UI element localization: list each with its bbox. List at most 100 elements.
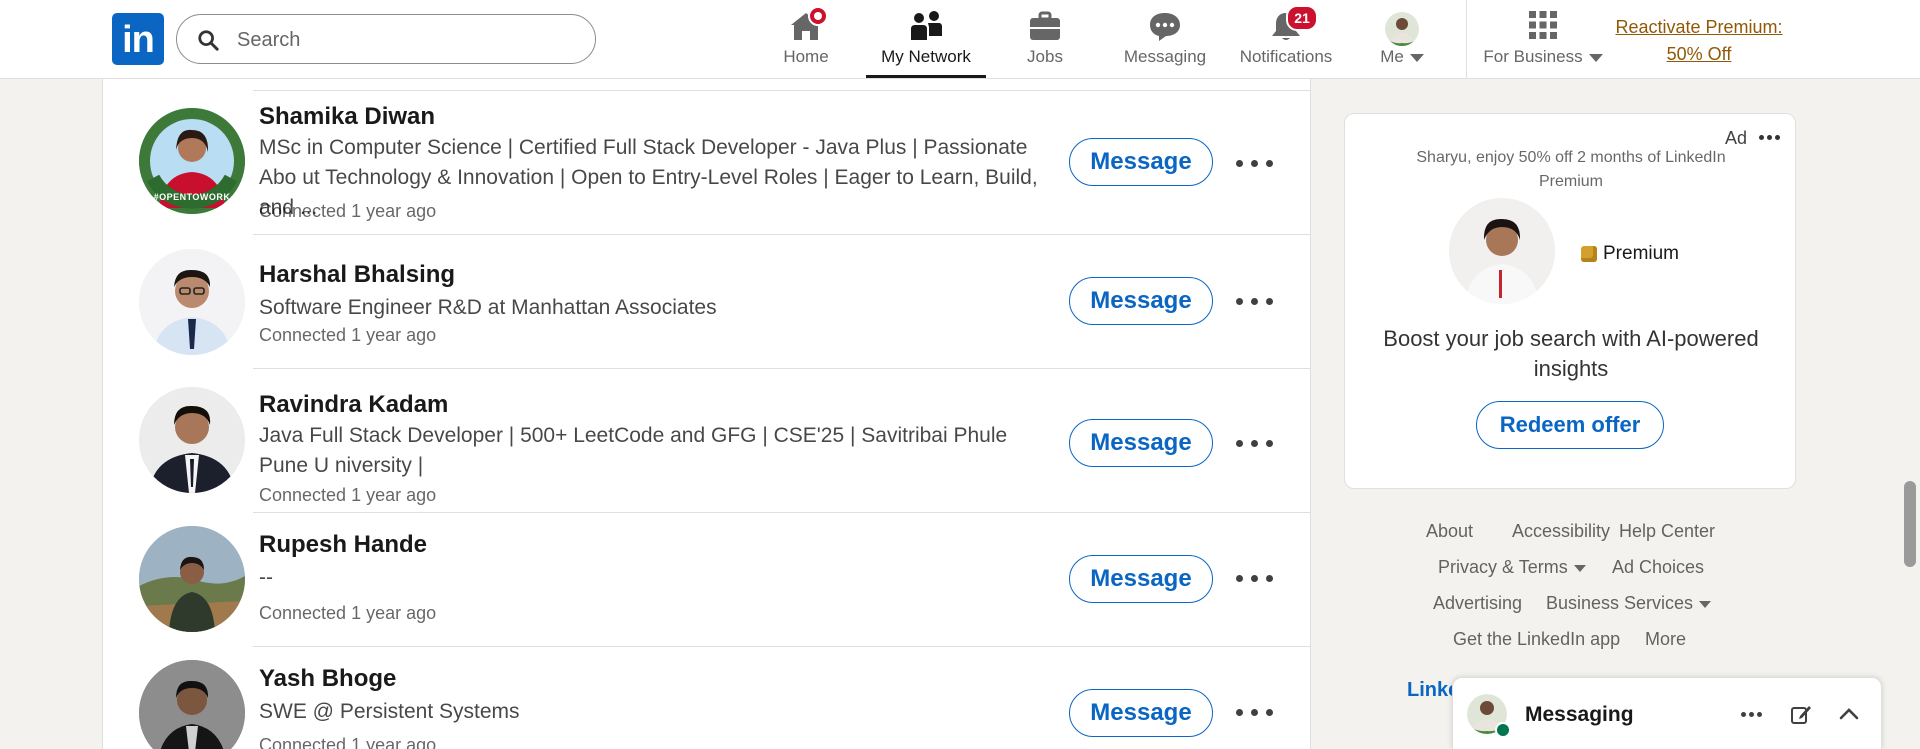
footer-privacy-terms-link[interactable]: Privacy & Terms (1438, 557, 1586, 578)
chat-icon (1150, 13, 1180, 41)
ad-profile-photo (1449, 198, 1555, 304)
nav-for-business-label-wrap: For Business (1480, 47, 1606, 67)
nav-messaging-label: Messaging (1123, 47, 1207, 66)
people-icon (911, 11, 942, 40)
privacy-caret-down-icon (1573, 564, 1586, 572)
ad-offer-text: Sharyu, enjoy 50% off 2 months of Linked… (1416, 149, 1726, 190)
connections-list: #OPENTOWORK Shamika Diwan MSc in Compute… (102, 78, 1311, 749)
messaging-title: Messaging (1525, 703, 1634, 726)
connection-date: Connected 1 year ago (259, 485, 437, 505)
list-item: Rupesh Hande -- Connected 1 year ago Mes… (103, 513, 1310, 647)
list-item: Yash Bhoge SWE @ Persistent Systems Conn… (103, 647, 1310, 749)
connection-avatar[interactable] (139, 387, 245, 493)
connection-date: Connected 1 year ago (259, 325, 437, 345)
more-options-icon[interactable] (1230, 143, 1280, 183)
connection-avatar[interactable] (139, 660, 245, 749)
nav-jobs[interactable]: Jobs (1010, 0, 1080, 78)
connection-name[interactable]: Shamika Diwan (259, 103, 435, 131)
nav-home-label: Home (783, 47, 829, 66)
connection-avatar[interactable] (139, 526, 245, 632)
scrollbar-thumb[interactable] (1904, 481, 1916, 567)
premium-link-line2: 50% Off (1666, 44, 1732, 64)
connection-name[interactable]: Yash Bhoge (259, 665, 396, 693)
more-options-icon[interactable] (1230, 558, 1280, 598)
more-options-icon[interactable] (1230, 423, 1280, 463)
connection-date: Connected 1 year ago (259, 603, 437, 623)
nav-for-business-label: For Business (1483, 47, 1583, 66)
avatar (1385, 12, 1419, 46)
nav-my-network-label: My Network (881, 47, 971, 66)
page-scrollbar[interactable] (1900, 78, 1920, 749)
briefcase-icon (1030, 11, 1060, 40)
footer-ad-choices-link[interactable]: Ad Choices (1612, 557, 1704, 578)
avatar-photo (139, 249, 245, 355)
nav-notifications[interactable]: 21 Notifications (1232, 0, 1340, 78)
notifications-count-badge: 21 (1286, 5, 1318, 31)
footer-get-app-link[interactable]: Get the LinkedIn app (1453, 629, 1620, 650)
premium-link-line1: Reactivate Premium: (1615, 17, 1783, 37)
open-to-work-ring-text: #OPENTOWORK (153, 192, 231, 202)
connection-name[interactable]: Rupesh Hande (259, 531, 427, 559)
premium-ad-card: Ad Sharyu, enjoy 50% off 2 months of Lin… (1344, 113, 1796, 489)
more-options-icon[interactable] (1230, 281, 1280, 321)
grid-icon (1529, 11, 1557, 39)
connection-headline: Java Full Stack Developer | 500+ LeetCod… (259, 424, 1008, 477)
messaging-more-options-icon[interactable] (1739, 704, 1767, 724)
footer-privacy-terms-label: Privacy & Terms (1438, 557, 1568, 577)
nav-for-business[interactable]: For Business (1480, 0, 1606, 78)
nav-my-network[interactable]: My Network (866, 0, 986, 78)
ad-headline: Boost your job search with AI-powered in… (1383, 326, 1759, 381)
me-caret-down-icon (1409, 53, 1424, 62)
footer-business-services-label: Business Services (1546, 593, 1694, 613)
business-caret-down-icon (1588, 53, 1603, 62)
search-input[interactable] (235, 24, 579, 56)
list-item: Harshal Bhalsing Software Engineer R&D a… (103, 235, 1310, 369)
nav-messaging[interactable]: Messaging (1116, 0, 1214, 78)
message-button[interactable]: Message (1069, 555, 1213, 603)
connection-date: Connected 1 year ago (259, 201, 437, 221)
connection-name[interactable]: Ravindra Kadam (259, 391, 448, 419)
global-nav: in Home My Network Job (0, 0, 1920, 79)
nav-home[interactable]: Home (770, 0, 842, 78)
nav-me-label-wrap: Me (1368, 47, 1436, 67)
footer-help-center-link[interactable]: Help Center (1619, 521, 1715, 542)
premium-gold-icon (1581, 246, 1597, 262)
footer-advertising-link[interactable]: Advertising (1433, 593, 1522, 614)
ad-more-options-icon[interactable] (1757, 128, 1783, 148)
message-button[interactable]: Message (1069, 419, 1213, 467)
list-item: #OPENTOWORK Shamika Diwan MSc in Compute… (103, 91, 1310, 235)
connection-headline: -- (259, 566, 273, 589)
online-status-indicator (1495, 722, 1511, 738)
connection-avatar[interactable] (139, 249, 245, 355)
nav-jobs-label: Jobs (1027, 47, 1063, 66)
message-button[interactable]: Message (1069, 689, 1213, 737)
message-button[interactable]: Message (1069, 277, 1213, 325)
nav-me[interactable]: Me (1368, 0, 1436, 78)
footer-more-link[interactable]: More (1645, 629, 1686, 650)
compose-message-icon[interactable] (1789, 702, 1813, 726)
avatar-photo (139, 387, 245, 493)
footer-business-services-link[interactable]: Business Services (1546, 593, 1712, 614)
footer-accessibility-link[interactable]: Accessibility (1512, 521, 1610, 542)
premium-badge-label: Premium (1603, 243, 1680, 264)
search-box[interactable] (176, 14, 596, 64)
nav-notifications-label: Notifications (1239, 47, 1333, 66)
chevron-up-icon[interactable] (1837, 702, 1861, 726)
connection-name[interactable]: Harshal Bhalsing (259, 261, 455, 289)
linkedin-logo[interactable]: in (112, 13, 164, 65)
redeem-offer-button[interactable]: Redeem offer (1476, 401, 1664, 449)
list-item: Ravindra Kadam Java Full Stack Developer… (103, 369, 1310, 513)
messaging-overlay[interactable]: Messaging (1452, 677, 1882, 749)
footer-about-link[interactable]: About (1426, 521, 1473, 542)
home-notification-dot (808, 6, 828, 26)
connection-headline: SWE @ Persistent Systems (259, 700, 520, 723)
connection-headline: Software Engineer R&D at Manhattan Assoc… (259, 296, 717, 319)
message-button[interactable]: Message (1069, 138, 1213, 186)
connection-avatar[interactable]: #OPENTOWORK (139, 108, 245, 214)
reactivate-premium-link[interactable]: Reactivate Premium: 50% Off (1604, 14, 1794, 68)
nav-me-label: Me (1380, 47, 1404, 66)
messaging-avatar[interactable] (1467, 694, 1511, 738)
more-options-icon[interactable] (1230, 692, 1280, 732)
search-icon (198, 30, 219, 51)
business-services-caret-down-icon (1699, 600, 1712, 608)
